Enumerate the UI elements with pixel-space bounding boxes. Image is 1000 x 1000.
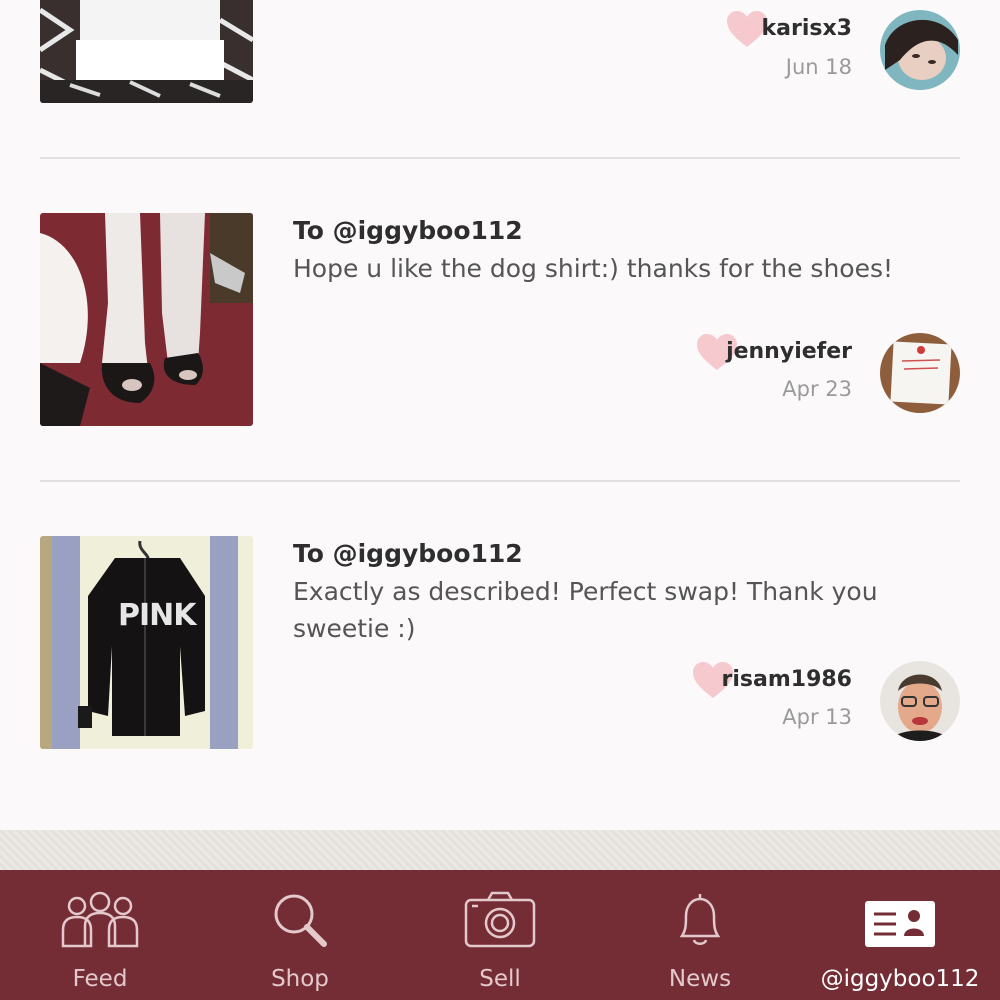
reviewer-username[interactable]: jennyiefer [726, 339, 852, 364]
tab-sell[interactable]: Sell [400, 870, 600, 1000]
review-item: To @iggyboo112 Hope u like the dog shirt… [0, 213, 1000, 428]
review-item: karisx3 Jun 18 [0, 0, 1000, 160]
tab-shop[interactable]: Shop [200, 870, 400, 1000]
divider [40, 157, 960, 159]
reviewer-avatar[interactable] [880, 661, 960, 741]
review-item: PINK To @iggyboo112 Exactly as described… [0, 536, 1000, 751]
review-date: Jun 18 [785, 55, 852, 79]
bottom-tab-bar: Feed Shop Sell News @iggyboo112 [0, 870, 1000, 1000]
camera-icon [464, 890, 536, 950]
reviewer-username[interactable]: risam1986 [722, 667, 853, 692]
review-recipient: To @iggyboo112 [293, 216, 523, 245]
reviewer-avatar[interactable] [880, 333, 960, 413]
content-footer-texture [0, 830, 1000, 870]
item-photo[interactable]: PINK [40, 536, 253, 749]
reviewer-avatar[interactable] [880, 10, 960, 90]
review-feed: karisx3 Jun 18 To @iggyboo112 Hope u lik… [0, 0, 1000, 830]
reviewer-username[interactable]: karisx3 [762, 16, 852, 41]
tab-profile[interactable]: @iggyboo112 [800, 870, 1000, 1000]
review-message: Hope u like the dog shirt:) thanks for t… [293, 254, 894, 283]
item-photo[interactable] [40, 213, 253, 426]
hoodie-print: PINK [118, 598, 197, 633]
search-icon [270, 890, 330, 950]
item-photo[interactable] [40, 0, 253, 103]
tab-profile-label: @iggyboo112 [820, 966, 980, 992]
review-date: Apr 13 [782, 705, 852, 729]
people-icon [55, 890, 145, 950]
tab-feed-label: Feed [72, 966, 128, 992]
review-date: Apr 23 [782, 377, 852, 401]
review-message: Exactly as described! Perfect swap! Than… [293, 577, 878, 643]
profile-card-icon [864, 900, 936, 948]
tab-sell-label: Sell [479, 966, 521, 992]
tab-feed[interactable]: Feed [0, 870, 200, 1000]
tab-news[interactable]: News [600, 870, 800, 1000]
tab-news-label: News [668, 966, 732, 992]
review-recipient: To @iggyboo112 [293, 539, 523, 568]
bell-icon [670, 890, 730, 950]
divider [40, 480, 960, 482]
tab-shop-label: Shop [271, 966, 329, 992]
